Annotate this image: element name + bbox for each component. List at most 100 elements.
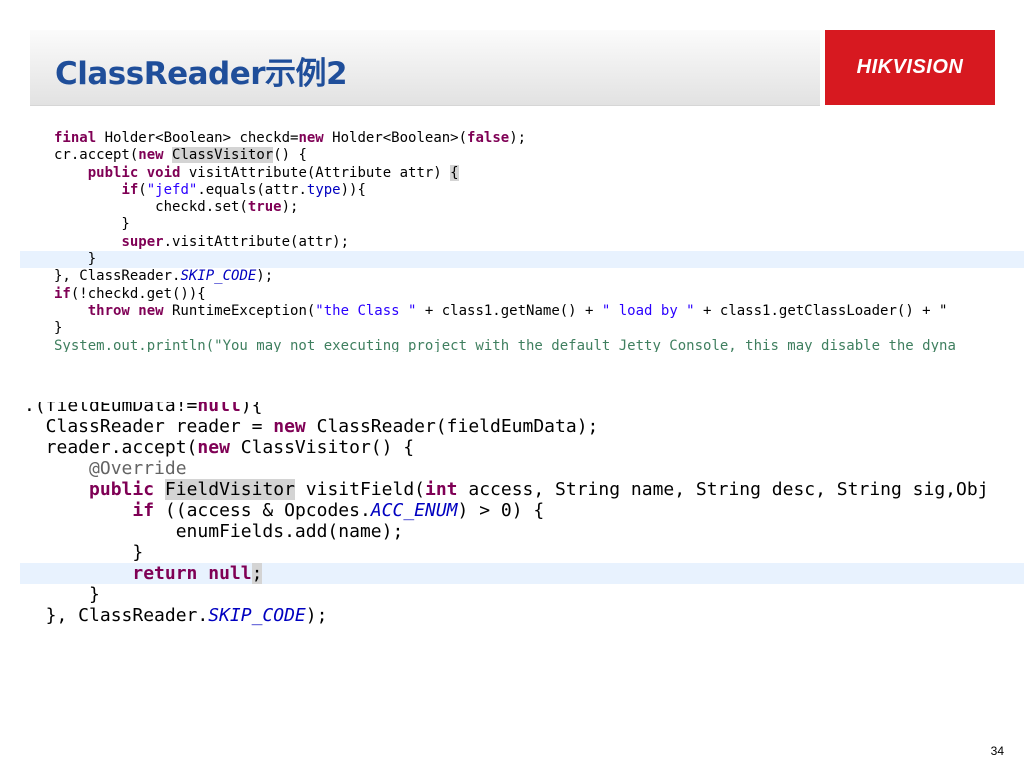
code-token: } bbox=[54, 216, 130, 233]
code-line: reader.accept(new ClassVisitor() { bbox=[20, 437, 1024, 458]
code-token: visitField( bbox=[294, 479, 425, 500]
code-line-text: if("jefd".equals(attr.type)){ bbox=[20, 181, 365, 198]
page-number: 34 bbox=[990, 744, 1004, 758]
code-token: int bbox=[425, 479, 458, 500]
code-token: new bbox=[298, 130, 324, 146]
slide-title: ClassReader示例2 bbox=[55, 56, 348, 92]
code-token: @Override bbox=[89, 458, 187, 479]
code-line-text: } bbox=[20, 216, 130, 233]
code-token: if bbox=[121, 181, 139, 198]
code-line: if(!checkd.get()){ bbox=[20, 286, 1024, 303]
code-token: RuntimeException( bbox=[163, 302, 316, 319]
code-token: ); bbox=[509, 130, 527, 146]
code-line-text: reader.accept(new ClassVisitor() { bbox=[20, 437, 414, 458]
code-token: System.out.println("You may not executin… bbox=[54, 337, 956, 352]
code-line: if("jefd".equals(attr.type)){ bbox=[20, 182, 1024, 199]
code-line-text: }, ClassReader.SKIP_CODE); bbox=[20, 605, 328, 626]
code-token: } bbox=[24, 542, 144, 563]
code-token: type bbox=[306, 181, 341, 198]
code-token: Holder<Boolean> checkd= bbox=[96, 130, 299, 146]
code-token: ); bbox=[305, 605, 328, 626]
code-line-text: } bbox=[20, 542, 143, 563]
code-line-text: if(!checkd.get()){ bbox=[20, 286, 206, 302]
code-token: checkd.set( bbox=[54, 199, 248, 216]
code-token: new bbox=[197, 437, 230, 458]
code-token: + class1.getName() + bbox=[416, 302, 602, 319]
code-token: .visitAttribute(attr); bbox=[163, 233, 350, 250]
code-token: (!checkd.get()){ bbox=[70, 285, 206, 302]
code-token: ){ bbox=[240, 402, 263, 416]
code-line-text: } bbox=[20, 320, 62, 336]
code-line-text: .(fieldEumData!=null){ bbox=[20, 402, 262, 416]
code-line: } bbox=[20, 542, 1024, 563]
code-line-text: } bbox=[20, 251, 96, 267]
code-line: .(fieldEumData!=null){ bbox=[20, 402, 1024, 416]
code-token: } bbox=[54, 320, 63, 337]
code-token: return null bbox=[132, 563, 252, 584]
code-line: public FieldVisitor visitField(int acces… bbox=[20, 479, 1024, 500]
code-line: public void visitAttribute(Attribute att… bbox=[20, 164, 1024, 182]
code-line: }, ClassReader.SKIP_CODE); bbox=[20, 268, 1024, 285]
code-line-text: checkd.set(true); bbox=[20, 199, 298, 215]
code-line-text: System.out.println("You may not executin… bbox=[20, 338, 956, 352]
code-token: ) > 0) { bbox=[457, 500, 545, 521]
code-line: @Override bbox=[20, 458, 1024, 479]
code-token: } bbox=[54, 251, 97, 268]
code-line: } bbox=[20, 216, 1024, 233]
code-token: } bbox=[24, 584, 100, 605]
code-token: null bbox=[197, 402, 241, 416]
code-line-text: if ((access & Opcodes.ACC_ENUM) > 0) { bbox=[20, 500, 544, 521]
code-screenshot-1: final Holder<Boolean> checkd=new Holder<… bbox=[20, 130, 1024, 352]
code-token: public void bbox=[87, 164, 181, 181]
code-token: + class1.getClassLoader() + " bbox=[694, 302, 948, 319]
code-token: .equals(attr. bbox=[197, 181, 307, 198]
code-line: } bbox=[20, 584, 1024, 605]
code-token: { bbox=[450, 164, 459, 181]
code-token: new bbox=[273, 416, 306, 437]
code-line: super.visitAttribute(attr); bbox=[20, 234, 1024, 251]
code-line: } bbox=[20, 251, 1024, 269]
code-screenshot-2: .(fieldEumData!=null){ ClassReader reade… bbox=[20, 402, 1024, 634]
code-line: enumFields.add(name); bbox=[20, 521, 1024, 542]
code-line: } bbox=[20, 320, 1024, 337]
code-token: public bbox=[89, 479, 155, 500]
code-line: cr.accept(new ClassVisitor() { bbox=[20, 147, 1024, 164]
code-token: ); bbox=[281, 199, 299, 216]
code-token: " load by " bbox=[601, 302, 695, 319]
code-token: new bbox=[138, 147, 164, 164]
code-line-text: }, ClassReader.SKIP_CODE); bbox=[20, 268, 273, 284]
code-token: ClassVisitor bbox=[172, 147, 274, 164]
code-token: ACC_ENUM bbox=[370, 500, 458, 521]
logo-text: HIKVISION bbox=[856, 56, 964, 78]
code-token: }, ClassReader. bbox=[24, 605, 209, 626]
slide-title-bar: ClassReader示例2 bbox=[30, 30, 820, 106]
code-line: checkd.set(true); bbox=[20, 199, 1024, 216]
code-line: ClassReader reader = new ClassReader(fie… bbox=[20, 416, 1024, 437]
code-line: System.out.println("You may not executin… bbox=[20, 338, 1024, 352]
code-token: FieldVisitor bbox=[164, 479, 295, 500]
code-token: ClassReader(fieldEumData); bbox=[305, 416, 599, 437]
code-token: "the Class " bbox=[315, 302, 417, 319]
code-token: final bbox=[54, 130, 97, 146]
code-token: if bbox=[54, 285, 71, 302]
code-token: () { bbox=[273, 147, 307, 164]
code-token: }, ClassReader. bbox=[54, 268, 181, 285]
code-line-text: cr.accept(new ClassVisitor() { bbox=[20, 147, 307, 164]
code-token: "jefd" bbox=[146, 181, 198, 198]
code-line-text: throw new RuntimeException("the Class " … bbox=[20, 302, 948, 319]
code-token: true bbox=[247, 199, 282, 216]
code-token: ( bbox=[138, 181, 147, 198]
code-line-text: enumFields.add(name); bbox=[20, 521, 404, 542]
code-token: Holder<Boolean>( bbox=[323, 130, 468, 146]
code-line: }, ClassReader.SKIP_CODE); bbox=[20, 605, 1024, 626]
code-line-text: @Override bbox=[20, 458, 187, 479]
code-token: .(fieldEumData!= bbox=[24, 402, 198, 416]
